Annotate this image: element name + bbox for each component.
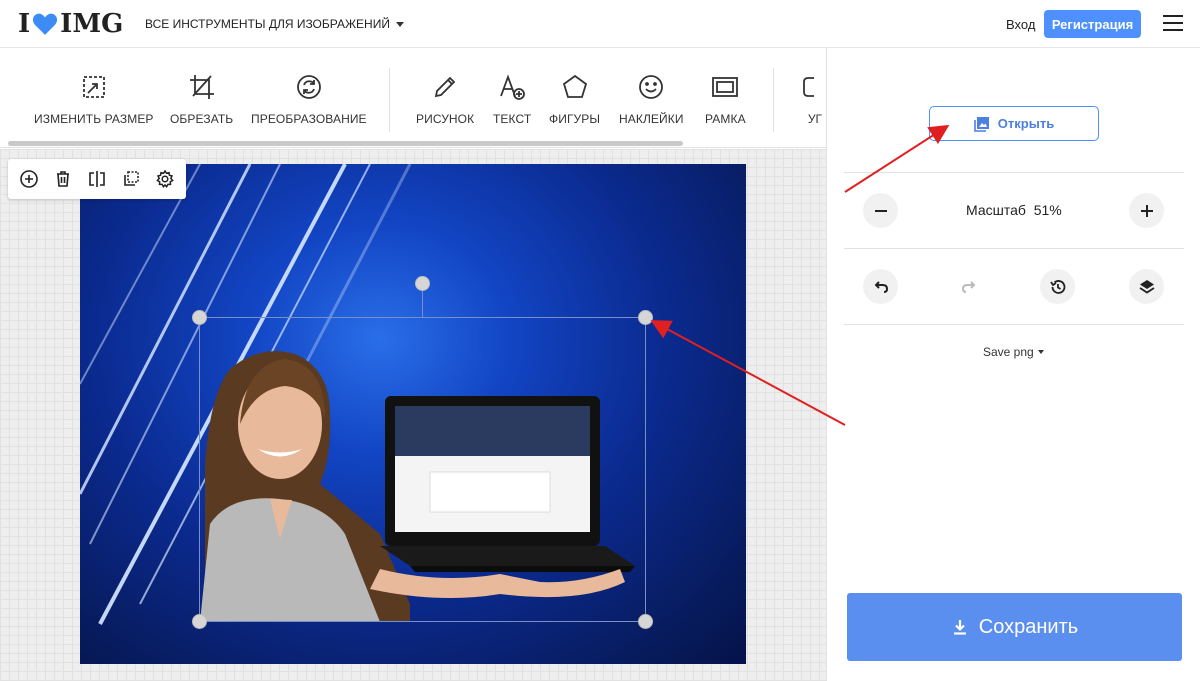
redo-button[interactable] — [951, 269, 986, 304]
text-add-icon — [500, 74, 526, 100]
tool-shapes[interactable]: ФИГУРЫ — [549, 72, 600, 126]
download-icon — [953, 620, 966, 635]
heart-icon — [33, 13, 58, 35]
open-button[interactable]: Открыть — [929, 106, 1099, 141]
chevron-down-icon — [1037, 350, 1044, 354]
add-layer-icon — [20, 170, 38, 188]
crop-icon — [189, 75, 214, 99]
resize-icon — [82, 76, 105, 98]
register-button[interactable]: Регистрация — [1044, 10, 1141, 38]
tool-label: ТЕКСТ — [493, 112, 532, 126]
tool-label: НАКЛЕЙКИ — [619, 112, 684, 126]
save-format-dropdown[interactable]: Save png — [983, 345, 1044, 359]
login-link[interactable]: Вход — [1006, 17, 1035, 32]
add-layer-button[interactable] — [15, 165, 43, 193]
tool-label: УГ — [807, 112, 823, 126]
image-icon — [973, 116, 989, 132]
tool-stickers[interactable]: НАКЛЕЙКИ — [619, 72, 684, 126]
tool-label: ОБРЕЗАТЬ — [170, 112, 234, 126]
undo-button[interactable] — [863, 269, 898, 304]
panel-divider — [844, 324, 1184, 325]
editor-toolbar: ИЗМЕНИТЬ РАЗМЕР ОБРЕЗАТЬ ПРЕОБРАЗОВАНИЕ … — [0, 48, 826, 148]
history-icon — [1049, 279, 1065, 294]
minus-icon — [874, 209, 887, 212]
tool-label: РАМКА — [705, 112, 746, 126]
layer-settings-button[interactable] — [151, 165, 179, 193]
undo-icon — [874, 280, 888, 293]
tool-label: ПРЕОБРАЗОВАНИЕ — [251, 112, 367, 126]
tool-crop[interactable]: ОБРЕЗАТЬ — [170, 72, 233, 126]
settings-icon — [156, 169, 174, 188]
history-button[interactable] — [1040, 269, 1075, 304]
rotation-guide — [422, 290, 423, 317]
rotate-handle[interactable] — [415, 276, 430, 291]
right-panel: Открыть Масштаб 51% Save png Сохранить — [826, 48, 1200, 681]
tool-frame[interactable]: РАМКА — [705, 72, 746, 126]
all-tools-dropdown[interactable]: ВСЕ ИНСТРУМЕНТЫ ДЛЯ ИЗОБРАЖЕНИЙ — [145, 17, 404, 31]
logo-letter-i: I — [18, 9, 31, 39]
panel-divider — [844, 248, 1184, 249]
corners-icon — [803, 77, 814, 97]
pencil-icon — [434, 76, 456, 98]
zoom-readout: Масштаб 51% — [966, 202, 1062, 218]
open-label: Открыть — [997, 116, 1055, 131]
toolbar-divider — [389, 68, 390, 132]
flip-icon — [89, 171, 105, 187]
zoom-label: Масштаб — [966, 202, 1026, 218]
flip-layer-button[interactable] — [83, 165, 111, 193]
save-label: Сохранить — [978, 615, 1079, 638]
zoom-out-button[interactable] — [863, 193, 898, 228]
tool-corners[interactable]: УГ — [800, 72, 826, 126]
menu-icon[interactable] — [1163, 15, 1183, 31]
top-header: I IMG ВСЕ ИНСТРУМЕНТЫ ДЛЯ ИЗОБРАЖЕНИЙ Вх… — [0, 0, 1200, 48]
tool-transform[interactable]: ПРЕОБРАЗОВАНИЕ — [251, 72, 367, 126]
redo-icon — [961, 280, 975, 293]
resize-handle-top-left[interactable] — [192, 310, 207, 325]
zoom-value: 51% — [1033, 202, 1062, 218]
frame-icon — [712, 77, 739, 97]
tool-draw[interactable]: РИСУНОК — [416, 72, 474, 126]
toolbar-divider — [773, 68, 774, 132]
tool-resize[interactable]: ИЗМЕНИТЬ РАЗМЕР — [34, 72, 154, 126]
chevron-down-icon — [395, 21, 404, 27]
zoom-in-button[interactable] — [1129, 193, 1164, 228]
layers-icon — [1139, 279, 1154, 294]
tool-label: РИСУНОК — [416, 112, 475, 126]
rotate-icon — [296, 75, 321, 99]
duplicate-icon — [124, 171, 139, 186]
plus-icon — [1140, 204, 1153, 217]
resize-handle-top-right[interactable] — [638, 310, 653, 325]
ilovetimg-logo[interactable]: I IMG — [18, 9, 123, 39]
panel-divider — [844, 172, 1184, 173]
all-tools-label: ВСЕ ИНСТРУМЕНТЫ ДЛЯ ИЗОБРАЖЕНИЙ — [145, 17, 390, 31]
tool-label: ИЗМЕНИТЬ РАЗМЕР — [34, 112, 154, 126]
resize-handle-bottom-left[interactable] — [192, 614, 207, 629]
save-format-label: Save png — [983, 345, 1034, 359]
selection-box[interactable] — [199, 317, 646, 622]
layers-button[interactable] — [1129, 269, 1164, 304]
tool-label: ФИГУРЫ — [549, 112, 601, 126]
resize-handle-bottom-right[interactable] — [638, 614, 653, 629]
layer-toolbar — [8, 159, 186, 199]
delete-layer-button[interactable] — [49, 165, 77, 193]
duplicate-layer-button[interactable] — [117, 165, 145, 193]
logo-letters-img: IMG — [60, 9, 124, 39]
save-button[interactable]: Сохранить — [847, 593, 1182, 661]
tool-text[interactable]: ТЕКСТ — [493, 72, 531, 126]
smiley-icon — [639, 75, 664, 99]
shapes-icon — [562, 74, 587, 98]
trash-icon — [57, 171, 69, 187]
toolbar-scrollbar[interactable] — [8, 141, 683, 146]
